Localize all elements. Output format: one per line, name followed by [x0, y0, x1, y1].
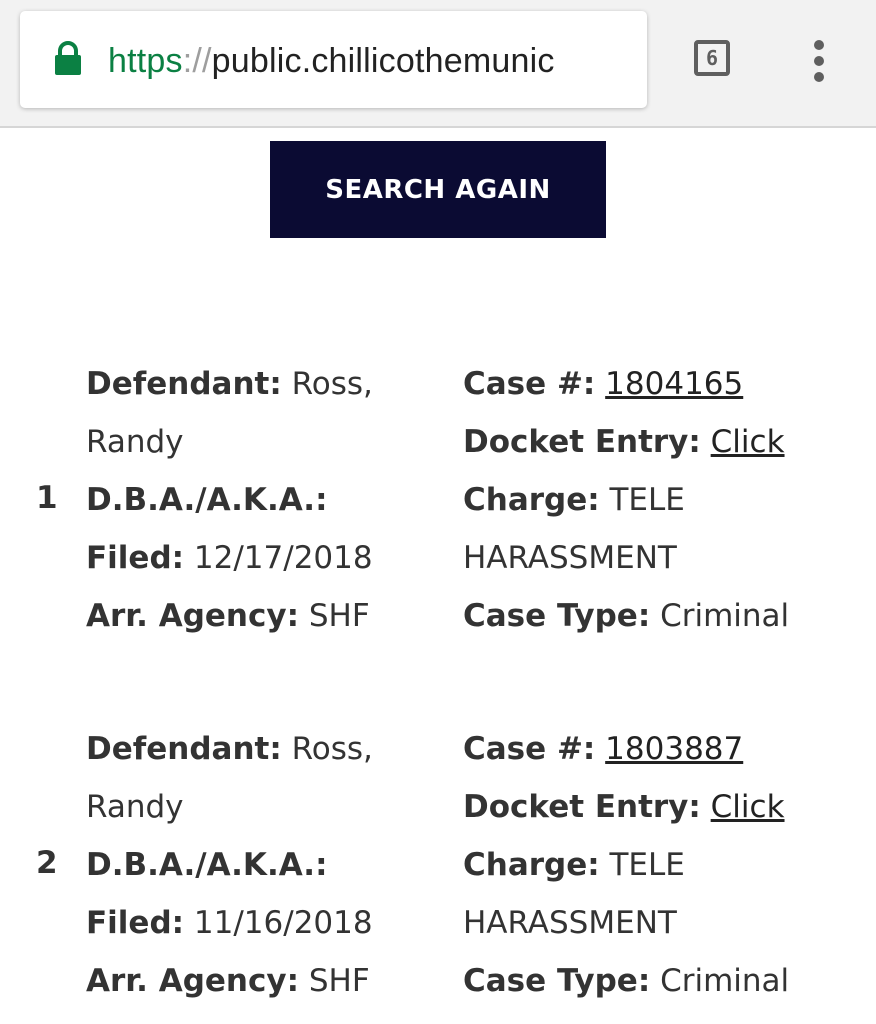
docket-label: Docket Entry: [463, 424, 701, 460]
charge-line-2: HARASSMENT [463, 538, 677, 578]
defendant-line: Defendant: Ross, [86, 364, 373, 404]
case-type-value: Criminal [660, 963, 790, 999]
charge-line: Charge: TELE [463, 480, 685, 520]
url-host: public.chillicothemunic [211, 42, 555, 80]
defendant-line-2: Randy [86, 787, 184, 827]
docket-label: Docket Entry: [463, 789, 701, 825]
docket-line: Docket Entry: Click [463, 787, 785, 827]
charge-value: TELE [609, 847, 685, 883]
filed-line: Filed: 11/16/2018 [86, 903, 373, 943]
case-label: Case #: [463, 366, 596, 402]
agency-line: Arr. Agency: SHF [86, 596, 370, 636]
agency-label: Arr. Agency: [86, 598, 299, 634]
case-type-label: Case Type: [463, 963, 651, 999]
charge-line: Charge: TELE [463, 845, 685, 885]
case-type-line: Case Type: Criminal [463, 596, 789, 636]
docket-line: Docket Entry: Click [463, 422, 785, 462]
case-number-link[interactable]: 1804165 [605, 366, 743, 402]
agency-line: Arr. Agency: SHF [86, 961, 370, 1001]
case-line: Case #: 1804165 [463, 364, 743, 404]
defendant-label: Defendant: [86, 731, 282, 767]
url-text: https://public.chillicothemunic [108, 36, 555, 86]
defendant-line: Defendant: Ross, [86, 729, 373, 769]
filed-label: Filed: [86, 905, 185, 941]
charge-label: Charge: [463, 482, 600, 518]
agency-label: Arr. Agency: [86, 963, 299, 999]
defendant-value-cont: Randy [86, 424, 184, 460]
defendant-value-cont: Randy [86, 789, 184, 825]
url-scheme: https [108, 42, 183, 80]
charge-value-cont: HARASSMENT [463, 905, 677, 941]
more-menu-icon[interactable] [810, 40, 830, 82]
defendant-value: Ross, [291, 366, 373, 402]
tab-count: 6 [705, 46, 719, 70]
dba-label: D.B.A./A.K.A.: [86, 482, 328, 518]
docket-entry-link[interactable]: Click [711, 789, 785, 825]
defendant-label: Defendant: [86, 366, 282, 402]
case-number-link[interactable]: 1803887 [605, 731, 743, 767]
browser-toolbar: https://public.chillicothemunic 6 [0, 0, 876, 128]
case-type-label: Case Type: [463, 598, 651, 634]
lock-icon [55, 41, 81, 75]
case-type-line: Case Type: Criminal [463, 961, 789, 1001]
docket-entry-link[interactable]: Click [711, 424, 785, 460]
agency-value: SHF [308, 598, 370, 634]
charge-value: TELE [609, 482, 685, 518]
dba-line: D.B.A./A.K.A.: [86, 845, 327, 885]
charge-label: Charge: [463, 847, 600, 883]
dba-label: D.B.A./A.K.A.: [86, 847, 328, 883]
address-bar[interactable]: https://public.chillicothemunic [20, 11, 647, 108]
case-line: Case #: 1803887 [463, 729, 743, 769]
charge-line-2: HARASSMENT [463, 903, 677, 943]
charge-value-cont: HARASSMENT [463, 540, 677, 576]
result-index: 2 [36, 845, 58, 881]
filed-line: Filed: 12/17/2018 [86, 538, 373, 578]
filed-label: Filed: [86, 540, 185, 576]
url-separator: :// [182, 42, 212, 80]
agency-value: SHF [308, 963, 370, 999]
result-index: 1 [36, 480, 58, 516]
dba-line: D.B.A./A.K.A.: [86, 480, 327, 520]
defendant-line-2: Randy [86, 422, 184, 462]
search-again-button[interactable]: SEARCH AGAIN [270, 141, 606, 238]
case-label: Case #: [463, 731, 596, 767]
tab-switcher-button[interactable]: 6 [694, 40, 730, 76]
filed-value: 11/16/2018 [193, 905, 373, 941]
filed-value: 12/17/2018 [193, 540, 373, 576]
case-type-value: Criminal [660, 598, 790, 634]
defendant-value: Ross, [291, 731, 373, 767]
